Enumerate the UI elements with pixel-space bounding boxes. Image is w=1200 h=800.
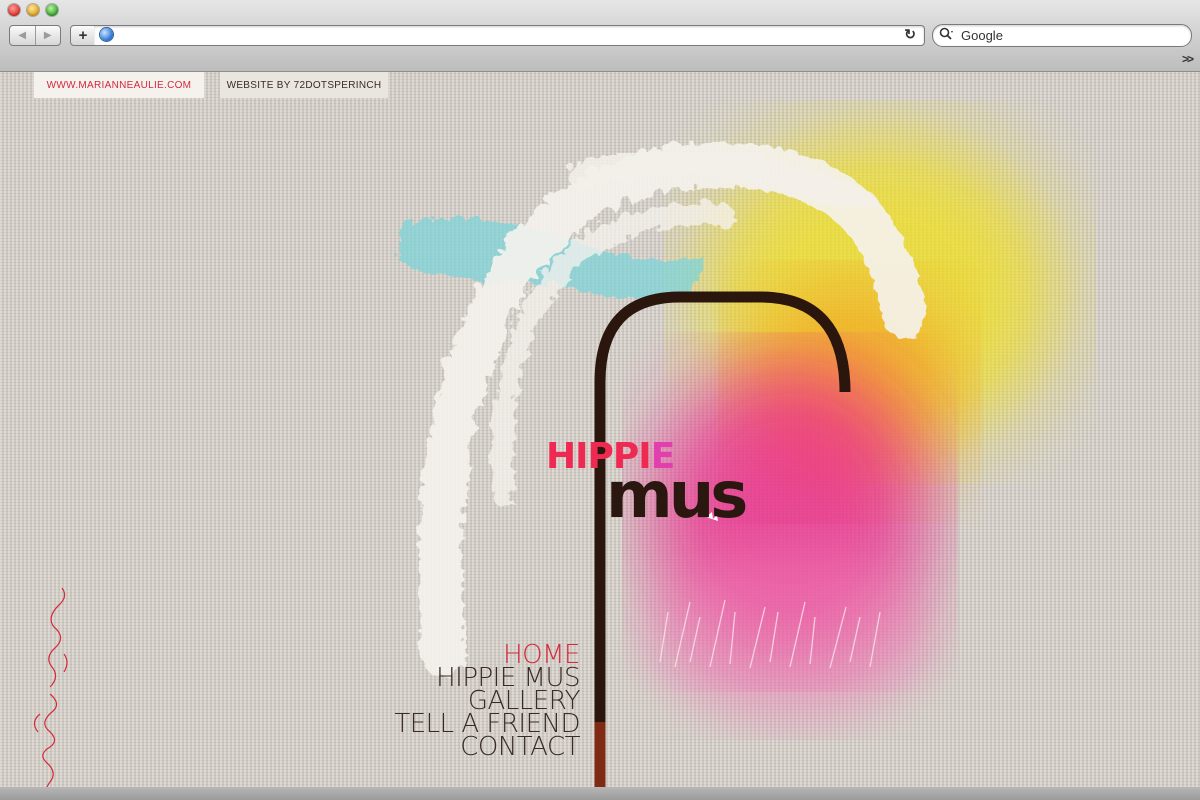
page-content: WWW.MARIANNEAULIE.COM WEBSITE BY 72DOTSP… (0, 72, 1200, 787)
add-bookmark-button[interactable]: + (70, 25, 96, 46)
window-controls (8, 4, 58, 16)
globe-icon (100, 28, 113, 41)
logo-mus: mus (606, 459, 748, 533)
minimize-window-button[interactable] (27, 4, 39, 16)
search-icon (939, 27, 953, 44)
main-nav: HOME HIPPIE MUS GALLERY TELL A FRIEND CO… (394, 642, 580, 760)
forward-arrow-icon[interactable]: ▶ (36, 26, 61, 45)
nav-contact[interactable]: CONTACT (394, 734, 580, 760)
artwork (395, 132, 1060, 787)
search-placeholder: Google (961, 28, 1003, 43)
address-bar[interactable]: ↻ (94, 25, 925, 46)
status-bar (0, 787, 1200, 800)
browser-toolbar: ◀ ▶ + ↻ Google >> (0, 0, 1200, 72)
signature-image (33, 587, 68, 787)
back-arrow-icon[interactable]: ◀ (10, 26, 36, 45)
pink-haze (650, 542, 930, 722)
bookmarks-overflow-icon[interactable]: >> (1182, 52, 1194, 66)
zoom-window-button[interactable] (46, 4, 58, 16)
nav-buttons: ◀ ▶ (9, 25, 61, 46)
search-field[interactable]: Google (932, 24, 1192, 47)
reload-icon[interactable]: ↻ (904, 26, 916, 43)
close-window-button[interactable] (8, 4, 20, 16)
